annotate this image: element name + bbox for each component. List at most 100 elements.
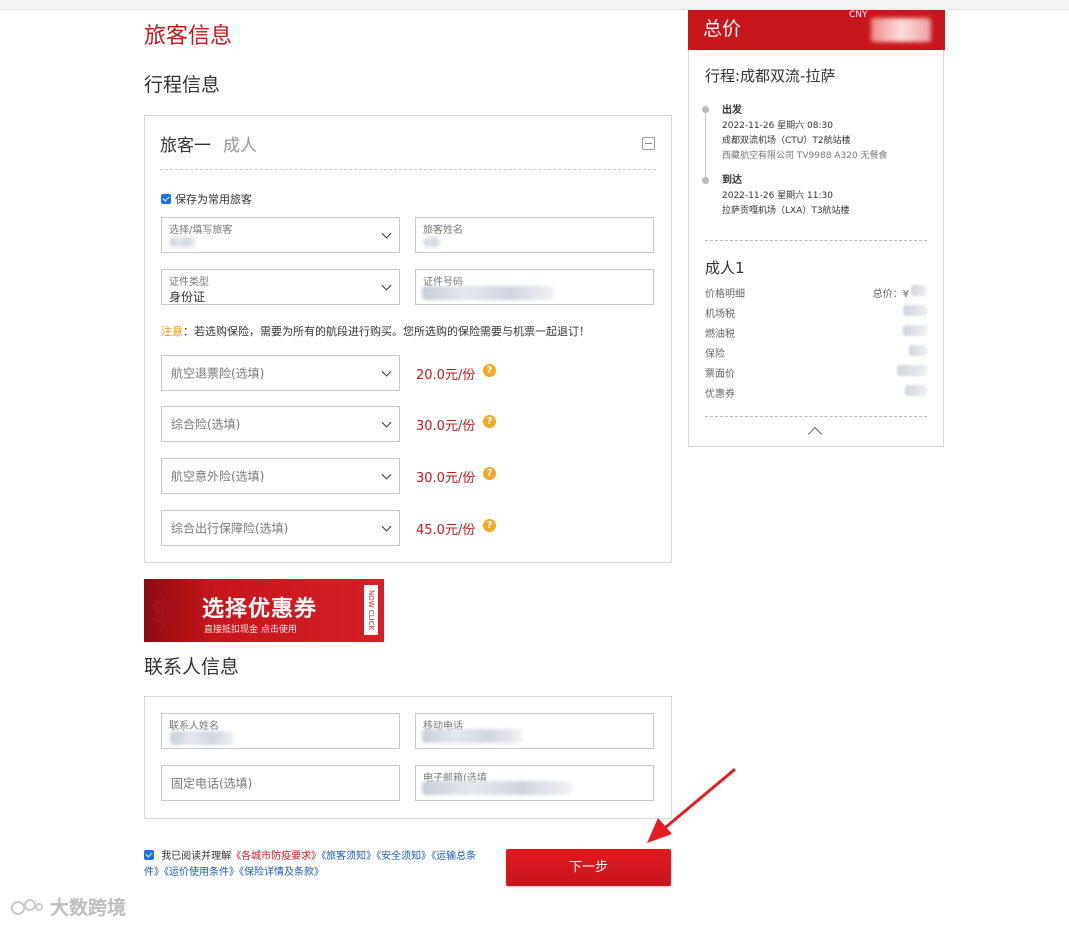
insurance-placeholder: 航空意外险(选填) (171, 469, 265, 484)
email-field[interactable]: 电子邮箱(选填 (415, 765, 654, 801)
timeline-dot (702, 177, 709, 184)
save-frequent-passenger-label: 保存为常用旅客 (175, 193, 252, 206)
redacted-total-amount (871, 18, 931, 42)
redacted-value (903, 325, 927, 337)
departure-airport: 成都双流机场（CTU）T2航站楼 (722, 136, 851, 146)
chevron-down-icon[interactable] (381, 521, 392, 532)
landline-placeholder: 固定电话(选填) (171, 776, 253, 791)
chevron-up-icon[interactable] (807, 426, 823, 442)
divider (705, 416, 927, 417)
notice-text: ：若选购保险，需要为所有的航段进行购买。您所选购的保险需要与机票一起退订！ (183, 325, 590, 338)
redacted-value (422, 781, 572, 795)
doc-type-value: 身份证 (169, 290, 206, 304)
chevron-down-icon[interactable] (381, 228, 392, 239)
summary-header: 总价 CNY (688, 10, 945, 50)
chevron-down-icon[interactable] (381, 469, 392, 480)
contact-name-label: 联系人姓名 (169, 721, 219, 732)
arrival-airport: 拉萨贡嘎机场（LXA）T3航站楼 (722, 206, 850, 216)
passenger-number: 旅客一 (160, 136, 211, 156)
insurance-notice: 注意：若选购保险，需要为所有的航段进行购买。您所选购的保险需要与机票一起退订！ (161, 323, 590, 339)
currency-label: CNY (849, 10, 868, 20)
checkbox-checked-icon[interactable] (161, 194, 171, 204)
link-fare-conditions[interactable]: 《运价使用条件》 (164, 867, 239, 878)
passenger-select-label: 选择/填写旅客 (169, 225, 233, 236)
passenger-name-label: 旅客姓名 (423, 225, 463, 236)
link-safety-notice[interactable]: 《安全须知》 (376, 851, 431, 862)
coupon-banner[interactable]: $ 选择优惠券 直接抵扣现金 点击使用 NOW CLICK (144, 579, 384, 642)
itinerary-section-title: 行程信息 (144, 74, 221, 96)
link-epidemic-requirements[interactable]: 《各城市防疫要求》 (231, 851, 321, 862)
insurance-price: 30.0元/份 (416, 471, 476, 486)
mobile-field[interactable]: 移动电话 (415, 713, 654, 749)
next-step-button[interactable]: 下一步 (506, 849, 671, 886)
coupon-subtitle: 直接抵扣现金 点击使用 (204, 625, 297, 635)
insurance-select-travel[interactable]: 综合出行保障险(选填) (161, 510, 400, 546)
coupon-row: 优惠券 (705, 385, 927, 400)
save-frequent-passenger-checkbox[interactable]: 保存为常用旅客 (161, 191, 252, 207)
agreement-text: 我已阅读并理解《各城市防疫要求》《旅客须知》《安全须知》《运输总条件》《运价使用… (144, 849, 489, 881)
airport-tax-label: 机场税 (705, 309, 735, 320)
redacted-value (422, 729, 522, 743)
help-icon[interactable]: ? (483, 519, 496, 532)
departure-info: 出发 2022-11-26 星期六 08:30 成都双流机场（CTU）T2航站楼… (722, 103, 887, 164)
divider (160, 169, 656, 170)
help-icon[interactable]: ? (483, 415, 496, 428)
redacted-value (897, 365, 927, 377)
contact-name-field[interactable]: 联系人姓名 (161, 713, 400, 749)
passenger-select-field[interactable]: 选择/填写旅客 (161, 217, 400, 253)
price-summary-panel: 总价 CNY 行程:成都双流-拉萨 出发 2022-11-26 星期六 08:3… (688, 10, 945, 447)
agreement-checkbox[interactable] (144, 850, 154, 860)
departure-datetime: 2022-11-26 星期六 08:30 (722, 121, 833, 131)
coupon-row-label: 优惠券 (705, 389, 735, 400)
link-passenger-notice[interactable]: 《旅客须知》 (321, 851, 376, 862)
airport-tax-row: 机场税 (705, 305, 927, 320)
redacted-value (909, 345, 927, 357)
insurance-select-refund[interactable]: 航空退票险(选填) (161, 355, 400, 391)
passenger-panel: 旅客一 成人 保存为常用旅客 选择/填写旅客 旅客姓名 证件类型 身份证 证件号码… (144, 115, 672, 563)
contact-panel: 联系人姓名 移动电话 固定电话(选填) 电子邮箱(选填 (144, 696, 672, 819)
summary-title: 总价 (703, 18, 742, 40)
price-detail-label: 价格明细 (705, 289, 745, 300)
doc-type-label: 证件类型 (169, 277, 209, 288)
insurance-select-comprehensive[interactable]: 综合险(选填) (161, 406, 400, 442)
insurance-price: 45.0元/份 (416, 523, 476, 538)
help-icon[interactable]: ? (483, 364, 496, 377)
insurance-price: 20.0元/份 (416, 368, 476, 383)
insurance-price: 30.0元/份 (416, 419, 476, 434)
passenger-name-field[interactable]: 旅客姓名 (415, 217, 654, 253)
passenger-type: 成人 (223, 136, 257, 156)
insurance-placeholder: 综合险(选填) (171, 417, 241, 432)
coupon-tag: NOW CLICK (364, 585, 378, 635)
watermark-text: 大数跨境 (50, 897, 127, 919)
total-price-label: 总价：¥ (872, 289, 909, 300)
chevron-down-icon[interactable] (381, 280, 392, 291)
insurance-placeholder: 综合出行保障险(选填) (171, 521, 289, 536)
collapse-icon[interactable] (642, 137, 655, 150)
timeline-dot (702, 106, 709, 113)
arrival-label: 到达 (722, 175, 742, 186)
chevron-down-icon[interactable] (381, 366, 392, 377)
landline-field[interactable]: 固定电话(选填) (161, 765, 400, 801)
adult-count: 成人1 (705, 259, 745, 277)
doc-type-select[interactable]: 证件类型 身份证 (161, 269, 400, 305)
help-icon[interactable]: ? (483, 467, 496, 480)
link-insurance-terms[interactable]: 《保险详情及条款》 (239, 867, 324, 878)
route-title: 行程:成都双流-拉萨 (705, 67, 836, 85)
watermark-logo-icon (11, 898, 43, 915)
insurance-row-label: 保险 (705, 349, 725, 360)
notice-prefix: 注意 (161, 325, 183, 338)
chevron-down-icon[interactable] (381, 417, 392, 428)
arrival-datetime: 2022-11-26 星期六 11:30 (722, 191, 833, 201)
fuel-tax-label: 燃油税 (705, 329, 735, 340)
redacted-value (905, 385, 927, 397)
insurance-placeholder: 航空退票险(选填) (171, 366, 265, 381)
departure-label: 出发 (722, 105, 742, 116)
divider (705, 240, 927, 241)
doc-number-field[interactable]: 证件号码 (415, 269, 654, 305)
page-title: 旅客信息 (144, 24, 233, 49)
dollar-icon: $ (150, 591, 176, 632)
redacted-value (424, 237, 440, 247)
insurance-row: 保险 (705, 345, 927, 360)
insurance-select-accident[interactable]: 航空意外险(选填) (161, 458, 400, 494)
fare-label: 票面价 (705, 369, 735, 380)
